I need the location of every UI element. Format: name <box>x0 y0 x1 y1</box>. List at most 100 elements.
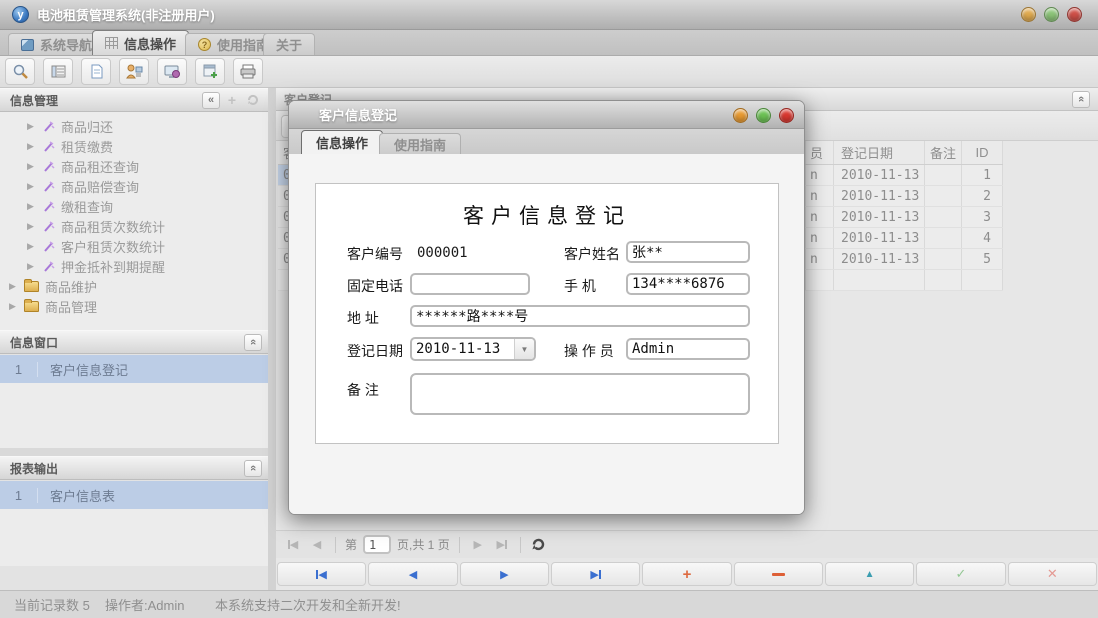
tree-item-compensation-query[interactable]: ▶ 商品赔偿查询 <box>0 176 268 196</box>
page-prefix-label: 第 <box>345 536 357 553</box>
landline-field[interactable] <box>410 273 530 295</box>
record-last-button[interactable]: ▶ <box>551 562 640 586</box>
report-output-header: 报表输出 « <box>0 456 268 480</box>
splitter[interactable] <box>268 88 276 590</box>
list-item-customer-report[interactable]: 1 客户信息表 <box>0 481 268 509</box>
tree-folder-goods-maintain[interactable]: ▶ 商品维护 <box>0 276 268 296</box>
record-add-button[interactable]: + <box>642 562 731 586</box>
list-item-label: 客户信息登记 <box>38 360 128 379</box>
dialog-tab-info-ops[interactable]: 信息操作 <box>301 130 383 154</box>
col-header-operator[interactable]: 员 <box>806 141 834 164</box>
tree-item-rent-pay[interactable]: ▶ 租赁缴费 <box>0 136 268 156</box>
collapse-sidebar-button[interactable]: « <box>202 92 220 109</box>
cell-remark <box>925 207 962 227</box>
expand-arrow-icon[interactable]: ▶ <box>9 301 18 312</box>
customer-no-label: 客户编号 <box>347 244 403 264</box>
expand-arrow-icon[interactable]: ▶ <box>27 261 36 272</box>
minimize-button[interactable] <box>1021 7 1036 22</box>
prev-page-button[interactable]: ◀ <box>308 536 326 554</box>
address-field[interactable] <box>410 305 750 327</box>
tree-item-deposit-reminder[interactable]: ▶ 押金抵补到期提醒 <box>0 256 268 276</box>
window-add-icon <box>202 63 219 80</box>
dialog-close-button[interactable] <box>779 108 794 123</box>
collapse-panel-button[interactable]: « <box>1072 91 1090 108</box>
list-item-customer-registration[interactable]: 1 客户信息登记 <box>0 355 268 383</box>
tab-label: 信息操作 <box>124 34 176 53</box>
record-cancel-button[interactable]: ✕ <box>1008 562 1097 586</box>
remark-field[interactable] <box>410 373 750 415</box>
tab-info-ops[interactable]: 信息操作 <box>92 30 189 55</box>
reg-date-dropdown[interactable]: 2010-11-13 ▼ <box>410 337 536 361</box>
table-view-button[interactable] <box>43 58 73 85</box>
document-icon <box>88 63 105 80</box>
info-window-header: 信息窗口 « <box>0 330 268 354</box>
printer-button[interactable] <box>233 58 263 85</box>
dialog-minimize-button[interactable] <box>733 108 748 123</box>
expand-arrow-icon[interactable]: ▶ <box>27 241 36 252</box>
first-page-button[interactable]: ◀ <box>284 536 302 554</box>
next-page-button[interactable]: ▶ <box>469 536 487 554</box>
col-header-id[interactable]: ID <box>962 141 1003 164</box>
search-button[interactable] <box>5 58 35 85</box>
dialog-maximize-button[interactable] <box>756 108 771 123</box>
document-button[interactable] <box>81 58 111 85</box>
report-output-title: 报表输出 <box>10 460 58 477</box>
customer-name-field[interactable] <box>626 241 750 263</box>
tree-folder-goods-manage[interactable]: ▶ 商品管理 <box>0 296 268 316</box>
collapse-section-button[interactable]: « <box>244 334 262 351</box>
cell-remark <box>925 186 962 206</box>
window-add-button[interactable] <box>195 58 225 85</box>
printer-icon <box>239 63 257 80</box>
dialog-tab-guide[interactable]: 使用指南 <box>379 133 461 154</box>
col-header-remark[interactable]: 备注 <box>925 141 962 164</box>
last-page-button[interactable]: ▶ <box>493 536 511 554</box>
system-nav-icon <box>21 39 34 51</box>
main-toolbar <box>0 56 1098 88</box>
cell-remark <box>925 165 962 185</box>
tree-item-goods-return[interactable]: ▶ 商品归还 <box>0 116 268 136</box>
expand-arrow-icon[interactable]: ▶ <box>27 121 36 132</box>
record-prev-button[interactable]: ◀ <box>368 562 457 586</box>
record-first-button[interactable]: ◀ <box>277 562 366 586</box>
tool-icon <box>42 140 55 153</box>
expand-arrow-icon[interactable]: ▶ <box>27 141 36 152</box>
tree-item-goods-rent-stats[interactable]: ▶ 商品租赁次数统计 <box>0 216 268 236</box>
tree-item-customer-rent-stats[interactable]: ▶ 客户租赁次数统计 <box>0 236 268 256</box>
refresh-grid-button[interactable] <box>530 536 548 554</box>
mobile-field[interactable] <box>626 273 750 295</box>
info-window-list: 1 客户信息登记 <box>0 355 268 448</box>
record-next-button[interactable]: ▶ <box>460 562 549 586</box>
tree-item-rent-payment-query[interactable]: ▶ 缴租查询 <box>0 196 268 216</box>
add-icon[interactable]: + <box>223 92 241 109</box>
tree-item-label: 押金抵补到期提醒 <box>61 257 165 276</box>
customer-name-label: 客户姓名 <box>564 244 620 264</box>
record-edit-button[interactable]: ▲ <box>825 562 914 586</box>
status-bar: 当前记录数 5 操作者:Admin 本系统支持二次开发和全新开发! <box>0 590 1098 618</box>
close-button[interactable] <box>1067 7 1082 22</box>
cell-operator: n <box>806 228 834 248</box>
reg-date-value: 2010-11-13 <box>412 341 514 357</box>
col-header-reg-date[interactable]: 登记日期 <box>834 141 925 164</box>
form-heading: 客户信息登记 <box>316 200 778 230</box>
maximize-button[interactable] <box>1044 7 1059 22</box>
operator-field[interactable] <box>626 338 750 360</box>
record-confirm-button[interactable]: ✓ <box>916 562 1005 586</box>
refresh-icon[interactable] <box>244 92 262 109</box>
expand-arrow-icon[interactable]: ▶ <box>9 281 18 292</box>
page-number-input[interactable] <box>363 535 391 554</box>
record-delete-button[interactable] <box>734 562 823 586</box>
tree-item-rent-return-query[interactable]: ▶ 商品租还查询 <box>0 156 268 176</box>
expand-arrow-icon[interactable]: ▶ <box>27 221 36 232</box>
expand-arrow-icon[interactable]: ▶ <box>27 181 36 192</box>
user-report-button[interactable] <box>119 58 149 85</box>
collapse-section-button[interactable]: « <box>244 460 262 477</box>
tab-about[interactable]: 关于 <box>263 33 315 55</box>
report-output-list: 1 客户信息表 <box>0 481 268 566</box>
tree-item-label: 租赁缴费 <box>61 137 113 156</box>
screen-share-button[interactable] <box>157 58 187 85</box>
chevron-down-icon[interactable]: ▼ <box>514 339 534 359</box>
expand-arrow-icon[interactable]: ▶ <box>27 161 36 172</box>
tab-system-nav[interactable]: 系统导航 <box>8 33 105 55</box>
expand-arrow-icon[interactable]: ▶ <box>27 201 36 212</box>
tree-item-label: 商品归还 <box>61 117 113 136</box>
